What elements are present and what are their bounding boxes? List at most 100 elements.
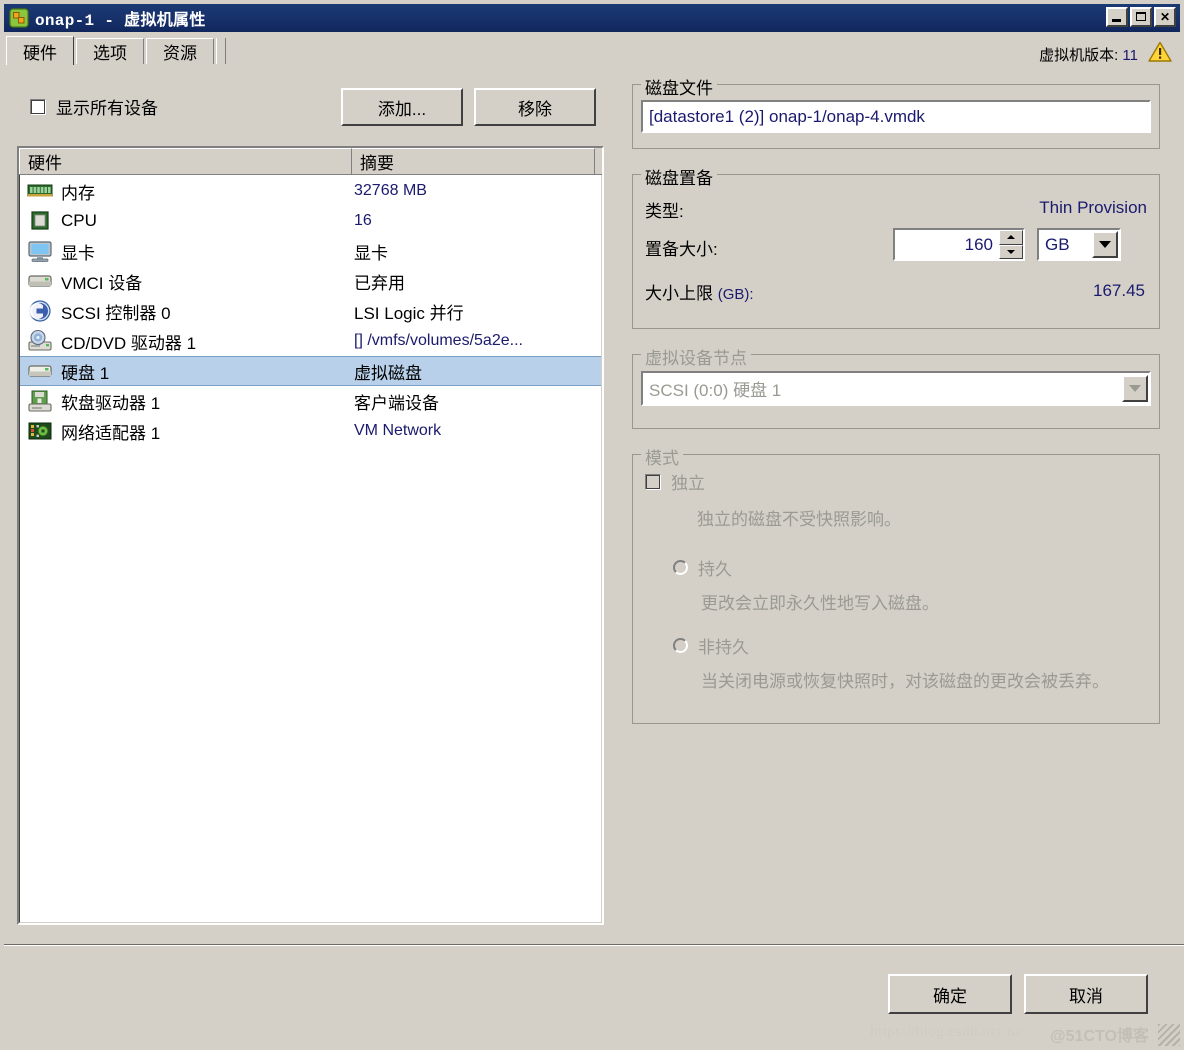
provisioned-size-label: 置备大小: (645, 240, 718, 259)
vm-properties-dialog: onap-1 - 虚拟机属性 ✕ 硬件 选项 资源 虚拟机版本: 11 显示所有… (0, 0, 1184, 1050)
hardware-list-rows: 内存 32768 MB CPU 16 显卡 显卡 VMCI 设备 已弃用 SCSI 控制器 0 L… (20, 176, 601, 922)
window-controls: ✕ (1106, 7, 1176, 27)
hard-disk-icon (27, 359, 53, 383)
tab-strip-filler (216, 38, 226, 64)
virtual-device-node-dropdown-button[interactable] (1122, 375, 1148, 402)
window-title: onap-1 - 虚拟机属性 (35, 6, 206, 30)
hardware-row-video-card[interactable]: 显卡 显卡 (20, 236, 601, 266)
column-header-hardware[interactable]: 硬件 (19, 148, 352, 174)
max-size-unit-label: (GB): (717, 286, 754, 303)
disk-provisioning-group-label: 磁盘置备 (641, 164, 717, 189)
chevron-down-icon (1129, 385, 1141, 392)
vm-properties-icon (9, 8, 29, 28)
hardware-list[interactable]: 硬件 摘要 内存 32768 MB CPU 16 显卡 显卡 VMCI 设备 已弃用 SCSI … (17, 146, 604, 925)
memory-icon (27, 179, 53, 203)
maximize-icon (1136, 12, 1146, 21)
hardware-row-name: 内存 (61, 183, 95, 203)
virtual-device-node-value: SCSI (0:0) 硬盘 1 (649, 381, 782, 400)
watermark-overlay: @51CTO博客 (1050, 1028, 1149, 1045)
vm-version-value: 11 (1122, 47, 1138, 64)
hardware-row-memory[interactable]: 内存 32768 MB (20, 176, 601, 206)
stepper-down-button[interactable] (999, 244, 1023, 259)
max-size-label: 大小上限 (GB): (645, 279, 754, 304)
title-bar[interactable]: onap-1 - 虚拟机属性 ✕ (4, 4, 1180, 32)
close-button[interactable]: ✕ (1154, 7, 1176, 27)
provisioned-size-unit-value: GB (1045, 234, 1070, 254)
nonpersistent-radio[interactable]: 非持久 (673, 633, 749, 658)
hardware-row-summary: 32768 MB (354, 182, 427, 199)
independent-label: 独立 (671, 474, 705, 493)
hardware-row-scsi-controller[interactable]: SCSI 控制器 0 LSI Logic 并行 (20, 296, 601, 326)
chevron-down-icon (1099, 241, 1111, 248)
disk-file-group: 磁盘文件 [datastore1 (2)] onap-1/onap-4.vmdk (632, 74, 1160, 149)
hardware-row-summary: 虚拟磁盘 (354, 363, 422, 383)
disk-file-input[interactable]: [datastore1 (2)] onap-1/onap-4.vmdk (641, 100, 1151, 133)
maximize-button[interactable] (1130, 7, 1152, 27)
column-header-summary-label: 摘要 (360, 154, 394, 173)
tab-hardware[interactable]: 硬件 (6, 36, 74, 65)
hardware-row-cpu[interactable]: CPU 16 (20, 206, 601, 236)
hardware-row-name: CPU (61, 211, 97, 230)
disk-file-group-label: 磁盘文件 (641, 74, 717, 99)
provisioned-size-unit-select[interactable]: GB (1037, 228, 1121, 261)
show-all-devices-label: 显示所有设备 (56, 99, 158, 118)
ok-button[interactable]: 确定 (888, 974, 1012, 1014)
max-size-value: 167.45 (1093, 281, 1145, 300)
provisioned-size-stepper[interactable]: 160 (893, 228, 1025, 261)
hardware-row-name: 网络适配器 1 (61, 423, 161, 443)
close-icon: ✕ (1159, 10, 1171, 24)
cpu-icon (27, 209, 53, 233)
cancel-button[interactable]: 取消 (1024, 974, 1148, 1014)
tab-resources-label: 资源 (163, 44, 197, 63)
hardware-list-header: 硬件 摘要 (19, 148, 602, 175)
remove-device-button[interactable]: 移除 (474, 88, 596, 126)
tab-bar: 硬件 选项 资源 虚拟机版本: 11 (6, 36, 1178, 65)
chevron-down-icon (1007, 249, 1015, 254)
hardware-row-name: 软盘驱动器 1 (61, 393, 161, 413)
independent-description: 独立的磁盘不受快照影响。 (697, 510, 901, 529)
column-header-summary[interactable]: 摘要 (352, 148, 595, 174)
window-title-separator: - (104, 12, 115, 30)
mode-group-label: 模式 (641, 444, 683, 469)
hardware-row-vmci-device[interactable]: VMCI 设备 已弃用 (20, 266, 601, 296)
resize-grip[interactable] (1158, 1024, 1180, 1046)
tab-resources[interactable]: 资源 (146, 38, 214, 64)
warning-triangle-icon[interactable] (1148, 41, 1172, 62)
vm-version-label: 虚拟机版本: (1039, 47, 1119, 64)
add-device-label: 添加... (377, 99, 427, 119)
checkbox-box (645, 473, 661, 490)
cd-dvd-drive-icon (27, 329, 53, 353)
virtual-device-node-select[interactable]: SCSI (0:0) 硬盘 1 (641, 371, 1151, 406)
virtual-device-node-group-label: 虚拟设备节点 (641, 344, 751, 369)
cancel-button-label: 取消 (1069, 986, 1103, 1006)
radio-circle (673, 560, 688, 575)
hardware-row-cd-dvd-drive[interactable]: CD/DVD 驱动器 1 [] /vmfs/volumes/5a2e... (20, 326, 601, 356)
stepper-up-button[interactable] (999, 230, 1023, 245)
virtual-device-node-group: 虚拟设备节点 SCSI (0:0) 硬盘 1 (632, 344, 1160, 429)
network-adapter-icon (27, 419, 53, 443)
add-device-button[interactable]: 添加... (341, 88, 463, 126)
hardware-row-name: 显卡 (61, 243, 95, 263)
tab-options-label: 选项 (93, 44, 127, 63)
hardware-row-summary: 16 (354, 212, 372, 229)
scsi-controller-icon (27, 299, 53, 323)
window-title-kind: 虚拟机属性 (124, 12, 206, 29)
unit-dropdown-button[interactable] (1092, 231, 1118, 258)
floppy-drive-icon (27, 389, 53, 413)
hardware-row-network-adapter[interactable]: 网络适配器 1 VM Network (20, 416, 601, 446)
disk-type-value: Thin Provision (1039, 198, 1147, 217)
disk-file-value: [datastore1 (2)] onap-1/onap-4.vmdk (649, 106, 925, 126)
minimize-button[interactable] (1106, 7, 1128, 27)
hardware-row-name: 硬盘 1 (61, 363, 110, 383)
footer-separator (4, 944, 1184, 946)
independent-checkbox[interactable]: 独立 (645, 469, 705, 494)
hardware-row-summary: 客户端设备 (354, 393, 439, 413)
show-all-devices-checkbox[interactable]: 显示所有设备 (30, 94, 158, 119)
hardware-row-name: CD/DVD 驱动器 1 (61, 333, 197, 353)
persistent-radio[interactable]: 持久 (673, 555, 732, 580)
tab-options[interactable]: 选项 (76, 38, 144, 64)
hardware-row-hard-disk[interactable]: 硬盘 1 虚拟磁盘 (20, 356, 601, 386)
hardware-row-floppy-drive[interactable]: 软盘驱动器 1 客户端设备 (20, 386, 601, 416)
hardware-row-summary: 已弃用 (354, 273, 405, 293)
disk-type-label: 类型: (645, 202, 684, 221)
